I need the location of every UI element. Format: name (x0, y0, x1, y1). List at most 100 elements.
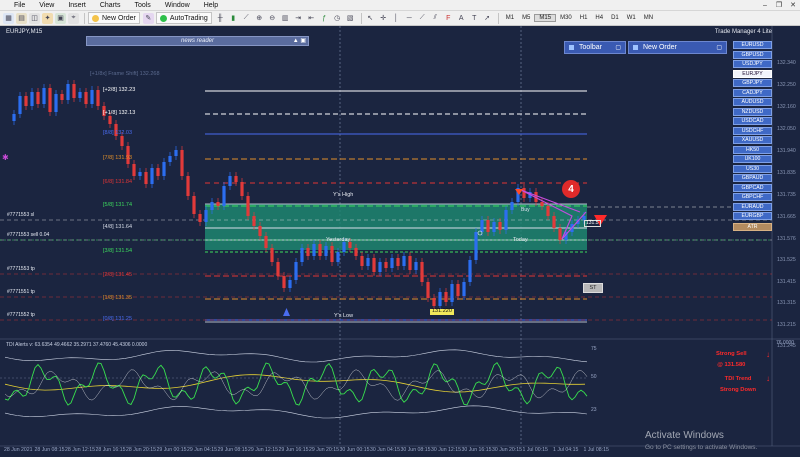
order-tag-4: #7771552 tp (7, 312, 35, 318)
arrows-icon[interactable]: ➚ (482, 13, 493, 24)
timeframe-h4[interactable]: H4 (591, 15, 607, 21)
pair-us30[interactable]: US30 (733, 164, 772, 173)
menu-help[interactable]: Help (197, 2, 225, 9)
pair-cadjpy[interactable]: CADJPY (733, 88, 772, 97)
pair-gbpcad[interactable]: GBPCAD (733, 183, 772, 192)
candle-body (522, 188, 526, 198)
pair-nzdusd[interactable]: NZDUSD (733, 107, 772, 116)
label-icon[interactable]: T (469, 13, 480, 24)
candle-body (480, 220, 484, 232)
chart-shift-icon[interactable]: ⇤ (306, 13, 317, 24)
market-watch-icon[interactable]: ◫ (29, 12, 40, 24)
atr-button[interactable]: ATR (733, 223, 772, 231)
pair-euraud[interactable]: EURAUD (733, 202, 772, 211)
pair-usdcad[interactable]: USDCAD (733, 117, 772, 125)
candle-body (162, 162, 166, 176)
pair-eurgbp[interactable]: EURGBP (733, 212, 772, 220)
pair-usdjpy[interactable]: USDJPY (733, 60, 772, 68)
menu-bar: File View Insert Charts Tools Window Hel… (0, 0, 800, 11)
time-tick-label: 30 Jun 04:15 (370, 447, 400, 453)
candle-body (186, 176, 190, 196)
pair-usdchf[interactable]: USDCHF (733, 126, 772, 135)
menu-charts[interactable]: Charts (93, 2, 128, 9)
zoom-out-icon[interactable]: ⊖ (267, 13, 278, 24)
arrow-down-icon: ↓ (766, 374, 770, 383)
candle-body (36, 92, 40, 104)
st-button[interactable]: ST (583, 283, 603, 293)
terminal-icon[interactable]: ▣ (55, 12, 66, 24)
minimize-icon[interactable]: – (758, 0, 772, 11)
text-icon[interactable]: A (456, 13, 467, 24)
line-chart-icon[interactable]: ⟋ (241, 13, 252, 24)
tester-icon[interactable]: ⌖ (68, 12, 79, 24)
restore-icon[interactable]: ❐ (772, 0, 786, 11)
maximize-icon[interactable]: ▢ (716, 44, 722, 51)
pair-gbpaud[interactable]: GBPAUD (733, 174, 772, 182)
order-tag-3: #7771551 tp (7, 289, 35, 295)
fibo-icon[interactable]: F (443, 13, 454, 24)
pair-hk50[interactable]: HK50 (733, 145, 772, 154)
timeframe-m30[interactable]: M30 (556, 15, 576, 21)
pair-gbpusd[interactable]: GBPUSD (733, 50, 772, 59)
autotrading-button[interactable]: AutoTrading (155, 12, 212, 24)
timeframe-d1[interactable]: D1 (607, 15, 623, 21)
navigator-icon[interactable]: ✦ (42, 12, 53, 24)
price-tick-label: 131.576 (777, 236, 796, 242)
timeframe-m15[interactable]: M15 (534, 14, 557, 22)
menu-view[interactable]: View (32, 2, 61, 9)
pair-eurusd[interactable]: EURUSD (733, 41, 772, 49)
pair-audusd[interactable]: AUDUSD (733, 98, 772, 106)
new-chart-icon[interactable]: ▦ (3, 12, 14, 24)
bar-chart-icon[interactable]: ╫ (215, 13, 226, 24)
close-icon[interactable]: ✕ (786, 0, 800, 11)
candle-body (372, 258, 376, 272)
pair-gbpchf[interactable]: GBPCHF (733, 193, 772, 201)
new-order-button[interactable]: New Order (88, 12, 140, 24)
toolbar-panel[interactable]: Toolbar ▢ (564, 41, 626, 54)
crosshair-icon[interactable]: ✛ (378, 13, 389, 24)
meta-editor-icon[interactable]: ✎ (142, 12, 154, 24)
time-tick-label: 29 Jun 16:15 (278, 447, 309, 453)
periods-icon[interactable]: ◷ (332, 13, 343, 24)
templates-icon[interactable]: ▧ (345, 13, 356, 24)
indicators-icon[interactable]: ƒ (319, 13, 330, 24)
candle-body (342, 242, 346, 252)
timeframe-h1[interactable]: H1 (576, 15, 592, 21)
pair-eurjpy[interactable]: EURJPY (733, 69, 772, 78)
timeframe-m1[interactable]: M1 (502, 15, 518, 21)
candle-body (312, 244, 316, 256)
pair-uk100[interactable]: UK100 (733, 155, 772, 163)
new-order-panel[interactable]: New Order ▢ (628, 41, 727, 54)
timeframe-mn[interactable]: MN (640, 15, 657, 21)
pair-xauusd[interactable]: XAUUSD (733, 136, 772, 144)
autoscroll-icon[interactable]: ⇥ (293, 13, 304, 24)
candle-body (66, 84, 70, 100)
news-reader-bar[interactable]: news reader ▲ ▣ (86, 36, 309, 46)
menu-file[interactable]: File (0, 2, 32, 9)
timeframe-w1[interactable]: W1 (623, 15, 640, 21)
pair-gbpjpy[interactable]: GBPJPY (733, 79, 772, 87)
profiles-icon[interactable]: ▤ (16, 12, 27, 24)
menu-window[interactable]: Window (158, 2, 197, 9)
candle-body (366, 258, 370, 266)
news-reader-controls[interactable]: ▲ ▣ (293, 37, 306, 44)
channel-icon[interactable]: ⫽ (430, 13, 441, 24)
sell-arrow-icon (515, 189, 523, 195)
candle-body (498, 222, 502, 230)
candlestick-icon[interactable]: ▮ (228, 13, 239, 24)
menu-insert[interactable]: Insert (61, 2, 93, 9)
timeframe-m5[interactable]: M5 (518, 15, 534, 21)
zoom-in-icon[interactable]: ⊕ (254, 13, 265, 24)
vertical-line-icon[interactable]: │ (391, 13, 402, 24)
trendline-icon[interactable]: ⟋ (417, 13, 428, 24)
tile-icon[interactable]: ▥ (280, 13, 291, 24)
candle-body (174, 150, 178, 156)
menu-tools[interactable]: Tools (127, 2, 157, 9)
maximize-icon[interactable]: ▢ (615, 44, 621, 51)
candle-body (318, 244, 322, 256)
chart-window[interactable]: EURJPY,M15 Trade Manager 4 Lite news rea… (0, 26, 800, 457)
horizontal-line-icon[interactable]: ─ (404, 13, 415, 24)
time-tick-label: 29 Jun 04:15 (187, 447, 217, 453)
cursor-icon[interactable]: ↖ (365, 13, 376, 24)
buy-tag: Buy (521, 207, 530, 213)
